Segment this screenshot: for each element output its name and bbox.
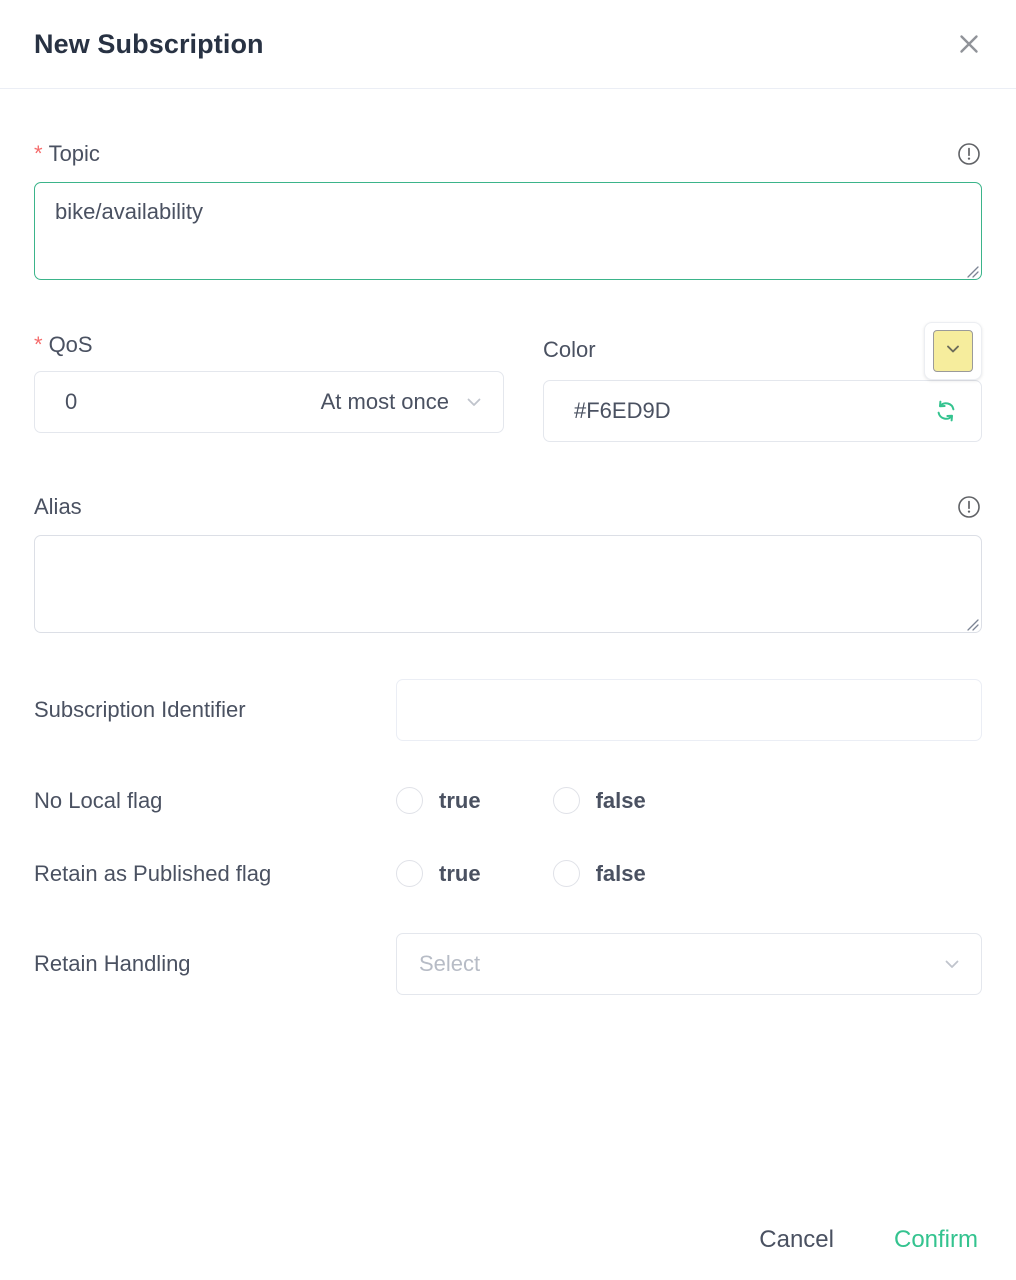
qos-value-text: At most once	[77, 389, 463, 415]
retain-as-published-flag-row: Retain as Published flag true false	[34, 860, 982, 887]
qos-field: * QoS 0 At most once	[34, 334, 504, 442]
retain-handling-placeholder: Select	[419, 951, 941, 977]
no-local-flag-radio-group: true false	[396, 787, 982, 814]
retain-as-published-flag-label: Retain as Published flag	[34, 863, 396, 885]
radio-label: true	[439, 863, 481, 885]
qos-color-row: * QoS 0 At most once	[34, 334, 982, 442]
alias-label: Alias	[34, 496, 82, 518]
color-label-row: Color	[543, 334, 982, 365]
color-swatch-button[interactable]	[924, 322, 982, 380]
close-button[interactable]	[952, 27, 986, 61]
retain-handling-label: Retain Handling	[34, 953, 396, 975]
alias-field: Alias	[34, 494, 982, 633]
subscription-identifier-control	[396, 679, 982, 741]
page-title: New Subscription	[34, 31, 952, 58]
no-local-flag-radio-true[interactable]: true	[396, 787, 481, 814]
topic-label: * Topic	[34, 143, 100, 165]
no-local-flag-row: No Local flag true false	[34, 787, 982, 814]
retain-handling-row: Retain Handling Select	[34, 933, 982, 995]
radio-circle-icon	[553, 860, 580, 887]
color-value: #F6ED9D	[574, 398, 933, 424]
no-local-flag-radio-false[interactable]: false	[553, 787, 646, 814]
dialog-header: New Subscription	[0, 0, 1016, 89]
retain-as-published-flag-radio-group: true false	[396, 860, 982, 887]
subscription-identifier-label: Subscription Identifier	[34, 699, 396, 721]
alias-label-text: Alias	[34, 496, 82, 518]
color-input-wrapper[interactable]: #F6ED9D	[543, 380, 982, 442]
retain-handling-select[interactable]: Select	[396, 933, 982, 995]
chevron-down-icon	[941, 953, 963, 975]
radio-label: false	[596, 863, 646, 885]
cancel-button[interactable]: Cancel	[755, 1222, 838, 1258]
retain-as-published-flag-radio-true[interactable]: true	[396, 860, 481, 887]
subscription-identifier-row: Subscription Identifier	[34, 679, 982, 741]
info-circle-icon[interactable]	[956, 494, 982, 520]
color-swatch	[933, 330, 973, 372]
info-circle-icon[interactable]	[956, 141, 982, 167]
refresh-icon[interactable]	[933, 398, 959, 424]
column-gap	[504, 334, 543, 442]
confirm-button[interactable]: Confirm	[890, 1222, 982, 1258]
qos-label-text: QoS	[49, 334, 93, 356]
dialog-footer: Cancel Confirm	[755, 1222, 982, 1258]
topic-textarea-wrapper	[34, 182, 982, 280]
radio-circle-icon	[553, 787, 580, 814]
required-marker: *	[34, 334, 43, 356]
radio-circle-icon	[396, 860, 423, 887]
retain-handling-control: Select	[396, 933, 982, 995]
alias-label-row: Alias	[34, 494, 982, 520]
new-subscription-dialog: New Subscription * Topic	[0, 0, 1016, 1280]
radio-label: false	[596, 790, 646, 812]
qos-select[interactable]: 0 At most once	[34, 371, 504, 433]
radio-label: true	[439, 790, 481, 812]
retain-as-published-flag-radio-false[interactable]: false	[553, 860, 646, 887]
qos-label: * QoS	[34, 334, 93, 356]
no-local-flag-label: No Local flag	[34, 790, 396, 812]
qos-label-row: * QoS	[34, 334, 504, 356]
no-local-flag-control: true false	[396, 787, 982, 814]
color-label-text: Color	[543, 339, 596, 361]
qos-value: 0	[65, 389, 77, 415]
close-icon	[956, 31, 982, 57]
topic-label-text: Topic	[49, 143, 100, 165]
color-field: Color #F6ED9D	[543, 334, 982, 442]
topic-label-row: * Topic	[34, 141, 982, 167]
alias-textarea-wrapper	[34, 535, 982, 633]
dialog-body: * Topic	[0, 89, 1016, 1280]
subscription-identifier-input[interactable]	[396, 679, 982, 741]
topic-input[interactable]	[34, 182, 982, 280]
retain-as-published-flag-control: true false	[396, 860, 982, 887]
chevron-down-icon	[942, 338, 964, 365]
chevron-down-icon	[463, 391, 485, 413]
color-label: Color	[543, 339, 596, 361]
required-marker: *	[34, 143, 43, 165]
alias-input[interactable]	[34, 535, 982, 633]
radio-circle-icon	[396, 787, 423, 814]
topic-field: * Topic	[34, 141, 982, 280]
